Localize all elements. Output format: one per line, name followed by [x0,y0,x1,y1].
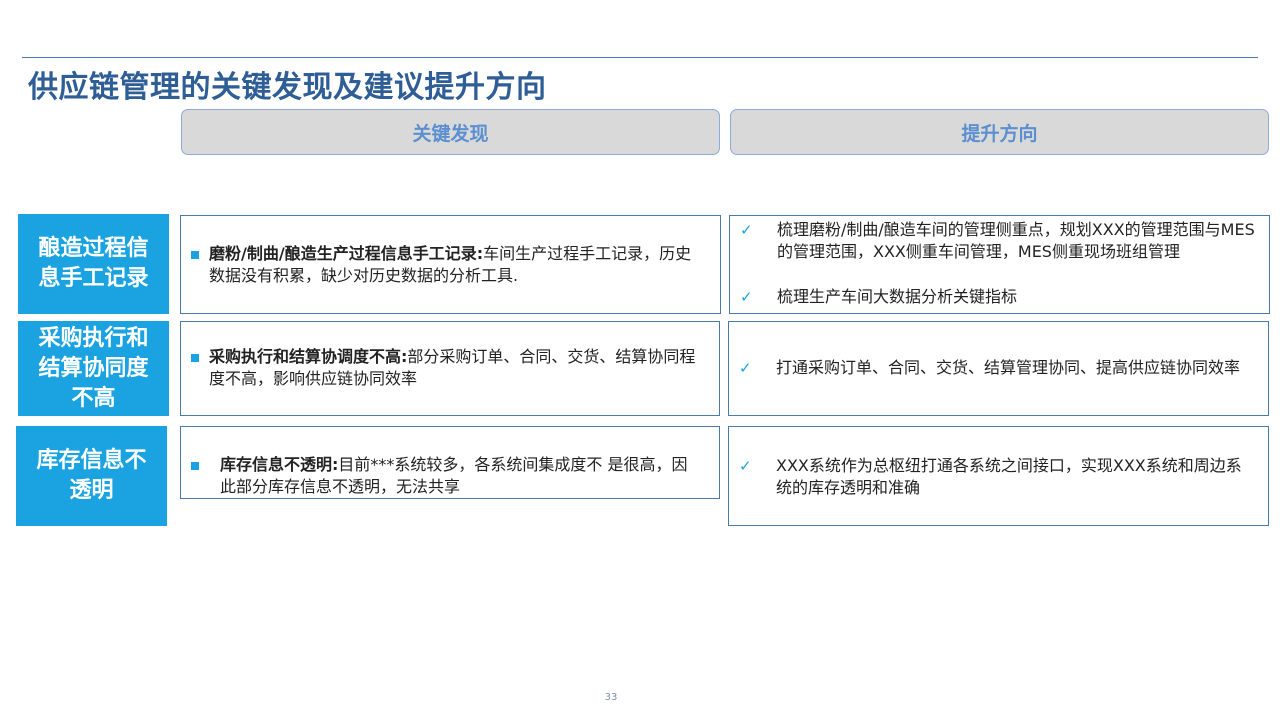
finding-item: 磨粉/制曲/酿造生产过程信息手工记录:车间生产过程手工记录，历史数据没有积累，缺… [191,243,702,287]
checkmark-icon: ✓ [739,359,752,377]
direction-item: ✓ 打通采购订单、合同、交货、结算管理协同、提高供应链协同效率 [739,357,1254,379]
finding-title: 采购执行和结算协调度不高: [209,347,408,366]
direction-text: 打通采购订单、合同、交货、结算管理协同、提高供应链协同效率 [776,358,1241,377]
finding-text: 库存信息不透明:目前***系统较多，各系统间集成度不 是很高，因此部分库存信息不… [220,454,701,498]
finding-text: 磨粉/制曲/酿造生产过程信息手工记录:车间生产过程手工记录，历史数据没有积累，缺… [209,243,702,287]
checkmark-icon: ✓ [740,288,753,306]
finding-box: 库存信息不透明:目前***系统较多，各系统间集成度不 是很高，因此部分库存信息不… [180,426,720,499]
square-bullet-icon [191,251,199,259]
direction-item: ✓ 梳理磨粉/制曲/酿造车间的管理侧重点，规划XXX的管理范围与MES的管理范围… [740,219,1255,263]
finding-title: 磨粉/制曲/酿造生产过程信息手工记录: [209,244,484,263]
directions-header: 提升方向 [730,109,1269,155]
checkmark-icon: ✓ [739,457,752,475]
square-bullet-icon [191,354,199,362]
row-label: 采购执行和结算协同度不高 [18,321,169,416]
row-label: 库存信息不透明 [16,426,167,526]
title-divider [22,57,1258,58]
findings-header: 关键发现 [181,109,720,155]
page-number: 33 [604,692,618,703]
square-bullet-icon [191,462,199,470]
direction-text: 梳理生产车间大数据分析关键指标 [777,287,1018,306]
finding-title: 库存信息不透明: [220,455,339,474]
page-title: 供应链管理的关键发现及建议提升方向 [28,70,547,105]
direction-box: ✓ XXX系统作为总枢纽打通各系统之间接口，实现XXX系统和周边系统的库存透明和… [728,426,1269,526]
direction-box: ✓ 梳理磨粉/制曲/酿造车间的管理侧重点，规划XXX的管理范围与MES的管理范围… [729,215,1270,314]
finding-item: 库存信息不透明:目前***系统较多，各系统间集成度不 是很高，因此部分库存信息不… [191,454,701,498]
direction-text: XXX系统作为总枢纽打通各系统之间接口，实现XXX系统和周边系统的库存透明和准确 [776,456,1242,497]
direction-box: ✓ 打通采购订单、合同、交货、结算管理协同、提高供应链协同效率 [728,321,1269,416]
finding-box: 采购执行和结算协调度不高:部分采购订单、合同、交货、结算协同程度不高，影响供应链… [180,321,720,416]
finding-box: 磨粉/制曲/酿造生产过程信息手工记录:车间生产过程手工记录，历史数据没有积累，缺… [180,215,721,314]
direction-item: ✓ XXX系统作为总枢纽打通各系统之间接口，实现XXX系统和周边系统的库存透明和… [739,455,1254,499]
row-label: 酿造过程信息手工记录 [18,214,169,314]
finding-item: 采购执行和结算协调度不高:部分采购订单、合同、交货、结算协同程度不高，影响供应链… [191,346,701,390]
finding-text: 采购执行和结算协调度不高:部分采购订单、合同、交货、结算协同程度不高，影响供应链… [209,346,701,390]
direction-item: ✓ 梳理生产车间大数据分析关键指标 [740,286,1255,308]
direction-text: 梳理磨粉/制曲/酿造车间的管理侧重点，规划XXX的管理范围与MES的管理范围，X… [777,220,1255,261]
checkmark-icon: ✓ [740,221,753,239]
